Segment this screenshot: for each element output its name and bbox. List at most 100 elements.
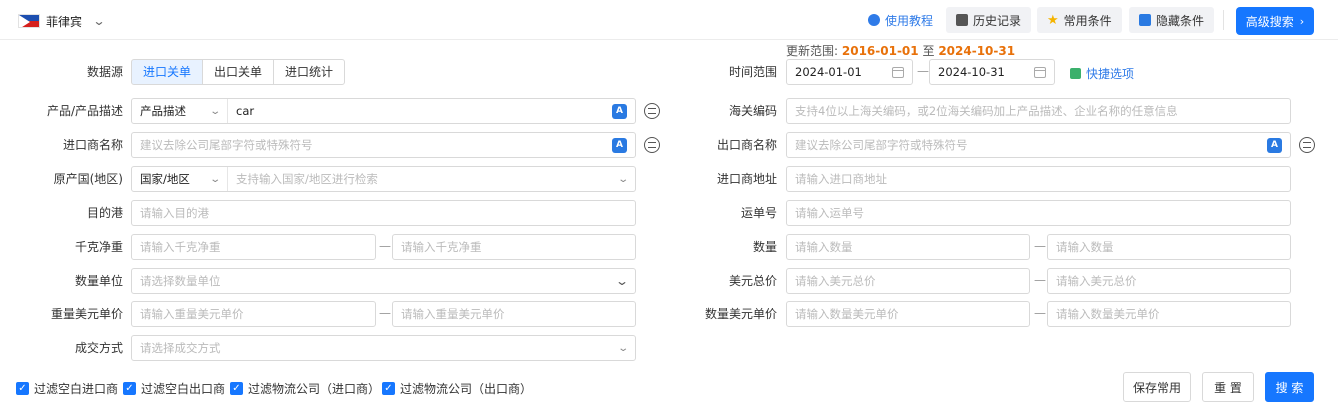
end-date-value: 2024-10-31 — [938, 65, 1005, 79]
quantity-label: 数量 — [752, 240, 777, 254]
hide-conditions-button[interactable]: 隐藏条件 — [1129, 7, 1215, 33]
exporter-placeholder: 建议去除公司尾部字符或特殊符号 — [795, 138, 968, 152]
chevron-down-icon: ⌄ — [208, 105, 221, 117]
importer-input[interactable]: 建议去除公司尾部字符或特殊符号 A — [131, 132, 636, 158]
range-dash: — — [379, 239, 391, 253]
waybill-placeholder: 请输入运单号 — [795, 206, 864, 220]
port-label: 目的港 — [86, 206, 123, 220]
history-button[interactable]: 历史记录 — [946, 7, 1032, 33]
tutorial-link[interactable]: 使用教程 — [868, 7, 933, 33]
product-label: 产品/产品描述 — [46, 104, 123, 118]
origin-placeholder: 支持输入国家/地区进行检索 — [236, 172, 378, 186]
filter-label: 过滤物流公司（出口商） — [400, 381, 533, 396]
update-range-start: 2016-01-01 — [841, 44, 919, 58]
quantity-max-placeholder: 请输入数量 — [1056, 240, 1114, 254]
product-input-group[interactable]: 产品描述 ⌄ car A — [131, 98, 636, 124]
usd-total-max-placeholder: 请输入美元总价 — [1056, 274, 1137, 288]
qty-unit-placeholder: 请选择数量单位 — [140, 274, 221, 288]
net-weight-max-input[interactable]: 请输入千克净重 — [392, 234, 636, 260]
tutorial-label: 使用教程 — [885, 13, 934, 28]
weight-price-min-input[interactable]: 请输入重量美元单价 — [131, 301, 376, 327]
usd-total-max-input[interactable]: 请输入美元总价 — [1047, 268, 1291, 294]
weight-price-label: 重量美元单价 — [50, 307, 123, 321]
deal-mode-select[interactable]: 请选择成交方式 ⌄ — [131, 335, 636, 361]
filter-label: 过滤物流公司（进口商） — [248, 381, 381, 396]
advanced-search-button[interactable]: 高级搜索 › — [1236, 7, 1314, 35]
usd-total-min-input[interactable]: 请输入美元总价 — [786, 268, 1030, 294]
play-icon — [868, 14, 880, 26]
origin-type-value: 国家/地区 — [140, 172, 190, 186]
range-dash: — — [1034, 273, 1046, 287]
end-date-field[interactable]: 2024-10-31 — [929, 59, 1055, 85]
importer-address-input[interactable]: 请输入进口商地址 — [786, 166, 1291, 192]
origin-type-select[interactable]: 国家/地区 ⌄ — [140, 167, 228, 191]
usd-total-label: 美元总价 — [728, 274, 777, 288]
hide-conditions-label: 隐藏条件 — [1156, 13, 1205, 28]
filter-logistics-importer-checkbox[interactable]: ✓ 过滤物流公司（进口商） — [230, 380, 380, 396]
chevron-down-icon: ⌄ — [616, 342, 629, 354]
quantity-min-input[interactable]: 请输入数量 — [786, 234, 1030, 260]
net-weight-max-placeholder: 请输入千克净重 — [401, 240, 482, 254]
hs-code-input[interactable]: 支持4位以上海关编码，或2位海关编码加上产品描述、企业名称的任意信息 — [786, 98, 1291, 124]
reset-button[interactable]: 重 置 — [1202, 372, 1254, 402]
importer-address-placeholder: 请输入进口商地址 — [795, 172, 887, 186]
deal-mode-placeholder: 请选择成交方式 — [140, 341, 221, 355]
list-icon[interactable] — [644, 137, 660, 153]
data-source-segmented[interactable]: 进口关单 出口关单 进口统计 — [131, 59, 346, 85]
waybill-label: 运单号 — [740, 206, 777, 220]
qty-price-max-input[interactable]: 请输入数量美元单价 — [1047, 301, 1291, 327]
time-range-label: 时间范围 — [728, 65, 777, 79]
weight-price-max-placeholder: 请输入重量美元单价 — [401, 307, 505, 321]
waybill-input[interactable]: 请输入运单号 — [786, 200, 1291, 226]
port-input[interactable]: 请输入目的港 — [131, 200, 636, 226]
quick-options-link[interactable]: 快捷选项 — [1070, 65, 1134, 82]
qty-price-min-input[interactable]: 请输入数量美元单价 — [786, 301, 1030, 327]
philippines-flag-icon — [18, 14, 40, 28]
weight-price-max-input[interactable]: 请输入重量美元单价 — [392, 301, 636, 327]
product-type-value: 产品描述 — [140, 104, 186, 118]
update-range-to: 至 — [922, 44, 935, 58]
list-icon[interactable] — [644, 103, 660, 119]
segment-import-customs[interactable]: 进口关单 — [131, 59, 204, 85]
segment-export-customs[interactable]: 出口关单 — [202, 59, 275, 85]
origin-input-group[interactable]: 国家/地区 ⌄ 支持输入国家/地区进行检索 ⌄ — [131, 166, 636, 192]
importer-address-label: 进口商地址 — [716, 172, 777, 186]
range-dash: — — [917, 64, 929, 78]
search-button[interactable]: 搜 索 — [1265, 372, 1314, 402]
filter-blank-exporter-checkbox[interactable]: ✓ 过滤空白出口商 — [123, 380, 225, 396]
exporter-label: 出口商名称 — [716, 138, 777, 152]
importer-label: 进口商名称 — [62, 138, 123, 152]
chevron-down-icon: ⌄ — [208, 173, 221, 185]
update-range-prefix: 更新范围: — [786, 44, 839, 58]
history-label: 历史记录 — [973, 13, 1022, 28]
common-conditions-button[interactable]: ★ 常用条件 — [1037, 7, 1122, 33]
list-icon[interactable] — [1299, 137, 1315, 153]
qty-unit-label: 数量单位 — [74, 274, 123, 288]
start-date-field[interactable]: 2024-01-01 — [786, 59, 913, 85]
quantity-min-placeholder: 请输入数量 — [795, 240, 853, 254]
filter-blank-importer-checkbox[interactable]: ✓ 过滤空白进口商 — [16, 380, 118, 396]
segment-import-stats[interactable]: 进口统计 — [273, 59, 346, 85]
calendar-icon — [1034, 66, 1046, 78]
quick-options-icon — [1070, 68, 1081, 79]
translate-icon[interactable]: A — [612, 137, 627, 153]
product-type-select[interactable]: 产品描述 ⌄ — [140, 99, 228, 123]
qty-unit-select[interactable]: 请选择数量单位 ⌄ — [131, 268, 636, 294]
translate-icon[interactable]: A — [612, 103, 627, 119]
chevron-down-icon: ⌄ — [92, 14, 106, 28]
history-icon — [956, 14, 968, 26]
save-common-button[interactable]: 保存常用 — [1123, 372, 1191, 402]
quantity-max-input[interactable]: 请输入数量 — [1047, 234, 1291, 260]
product-input-value[interactable]: car — [236, 104, 254, 118]
country-selector[interactable]: 菲律宾 ⌄ — [18, 12, 106, 30]
star-icon: ★ — [1047, 12, 1059, 28]
filter-logistics-exporter-checkbox[interactable]: ✓ 过滤物流公司（出口商） — [382, 380, 532, 396]
deal-mode-label: 成交方式 — [74, 341, 123, 355]
net-weight-min-input[interactable]: 请输入千克净重 — [131, 234, 376, 260]
check-icon: ✓ — [123, 381, 136, 395]
exporter-input[interactable]: 建议去除公司尾部字符或特殊符号 A — [786, 132, 1291, 158]
update-range-end: 2024-10-31 — [938, 44, 1016, 58]
translate-icon[interactable]: A — [1267, 137, 1282, 153]
range-dash: — — [1034, 239, 1046, 253]
check-icon: ✓ — [16, 381, 29, 395]
